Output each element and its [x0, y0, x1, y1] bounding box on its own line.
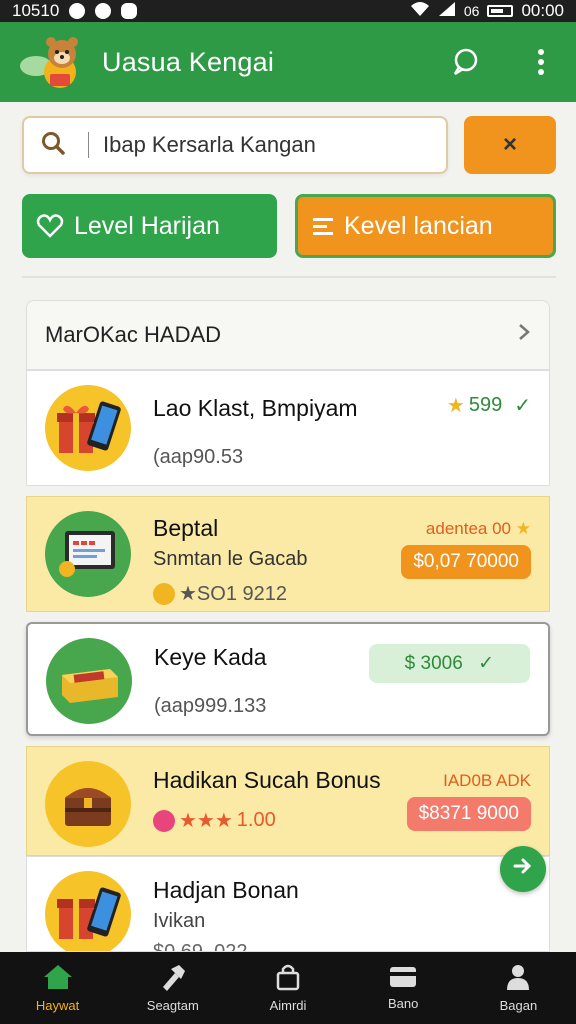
bottom-nav: Haywat Seagtam Aimrdi Bano Bagan	[0, 952, 576, 1024]
coin-icon	[153, 582, 175, 605]
person-icon	[505, 963, 531, 994]
gem-icon	[153, 809, 175, 832]
search-row: Ibap Kersarla Kangan ×	[22, 116, 556, 174]
nav-label: Bagan	[499, 998, 538, 1013]
list-header-title: MarOKac HADAD	[45, 322, 222, 347]
item-meta: (aap90.53	[153, 446, 244, 468]
app-bar: Uasua Kengai	[0, 22, 576, 102]
price-pill[interactable]: $ 3006 ✓	[368, 644, 530, 683]
app-title: Uasua Kengai	[102, 46, 275, 77]
kevel-lancian-label: Kevel lancian	[344, 211, 493, 240]
nav-item-bano[interactable]: Bano	[346, 952, 461, 1024]
arrow-icon	[512, 855, 534, 883]
app-notification-icon	[95, 3, 112, 19]
status-extra: 06	[463, 3, 480, 19]
kevel-lancian-button[interactable]: Kevel lancian	[295, 194, 556, 258]
signal-icon	[438, 1, 456, 22]
cursor-divider	[88, 132, 89, 158]
status-bar: 10510 06 00:00	[0, 0, 576, 22]
card-icon	[388, 965, 418, 992]
search-icon	[40, 130, 66, 161]
nav-item-haywat[interactable]: Haywat	[0, 952, 115, 1024]
price-text: $ 3006	[404, 653, 463, 674]
gold-bar-icon	[46, 638, 132, 724]
nav-label: Aimrdi	[269, 998, 307, 1013]
more-vert-icon[interactable]	[524, 45, 558, 79]
tablet-icon	[45, 511, 131, 597]
chevron-right-icon	[517, 321, 531, 349]
price-pill[interactable]: $8371 9000	[406, 797, 531, 831]
list-icon	[312, 216, 334, 236]
close-icon: ×	[502, 131, 517, 158]
chat-bubble-icon[interactable]	[448, 45, 482, 79]
star-icon: ★	[446, 395, 465, 417]
item-meta: (aap999.133	[154, 695, 267, 717]
level-harijan-label: Level Harijan	[74, 211, 220, 240]
battery-icon	[487, 5, 514, 17]
item-meta: $0.69. 022	[153, 941, 248, 952]
hammer-icon	[159, 963, 187, 994]
check-icon: ✓	[514, 395, 531, 417]
price-pill[interactable]: $0,07 70000	[401, 545, 531, 579]
bag-icon	[275, 963, 301, 994]
search-input[interactable]: Ibap Kersarla Kangan	[22, 116, 448, 174]
status-time: 10510	[12, 1, 60, 20]
list-header[interactable]: MarOKac HADAD	[26, 300, 550, 370]
level-harijan-button[interactable]: Level Harijan	[22, 194, 277, 258]
stars-icon: ★★★	[179, 810, 233, 832]
item-meta: ★SO1 9212	[179, 583, 287, 605]
item-subtitle: Ivikan	[153, 910, 206, 932]
wifi-icon	[410, 1, 430, 22]
list-item[interactable]: Hadjan Bonan Ivikan $0.69. 022	[26, 856, 550, 952]
heart-icon	[36, 213, 64, 239]
item-meta: 1.00	[236, 809, 276, 831]
nav-label: Bano	[388, 996, 419, 1011]
status-clock: 00:00	[521, 1, 564, 20]
star-icon: ★	[515, 519, 531, 538]
clear-search-button[interactable]: ×	[464, 116, 556, 174]
nav-item-seagtam[interactable]: Seagtam	[115, 952, 230, 1024]
list-item[interactable]: Keye Kada (aap999.133 $ 3006 ✓	[26, 622, 550, 736]
check-icon: ✓	[478, 653, 494, 674]
nav-label: Haywat	[35, 998, 80, 1013]
section-divider	[22, 276, 556, 278]
gift-phone-icon	[45, 871, 131, 951]
item-badge: adentea 00 ★	[426, 519, 531, 539]
list-item[interactable]: Lao Klast, Bmpiyam (aap90.53 ★ 599 ✓	[26, 370, 550, 486]
gift-phone-icon	[45, 385, 131, 471]
fab-arrow-button[interactable]	[500, 846, 546, 892]
search-value: Ibap Kersarla Kangan	[103, 132, 316, 157]
item-rating: ★ 599 ✓	[447, 393, 531, 418]
app-logo	[18, 30, 92, 94]
nav-item-aimrdi[interactable]: Aimrdi	[230, 952, 345, 1024]
item-badge-text: adentea 00	[425, 519, 512, 538]
item-title: Hadjan Bonan	[153, 877, 299, 903]
nav-label: Seagtam	[146, 998, 199, 1013]
list-item[interactable]: Hadikan Sucah Bonus ★★★ 1.00 IAD0B ADK $…	[26, 746, 550, 856]
item-rating-value: 599	[468, 394, 503, 416]
nav-item-bagan[interactable]: Bagan	[461, 952, 576, 1024]
home-icon	[42, 963, 74, 994]
level-buttons: Level Harijan Kevel lancian	[22, 194, 556, 258]
treasure-chest-icon	[45, 761, 131, 847]
list-item[interactable]: Beptal Snmtan le Gacab ★SO1 9212 adentea…	[26, 496, 550, 612]
item-badge: IAD0B ADK	[443, 771, 531, 790]
notification-icon	[69, 3, 86, 19]
message-icon	[121, 3, 138, 19]
